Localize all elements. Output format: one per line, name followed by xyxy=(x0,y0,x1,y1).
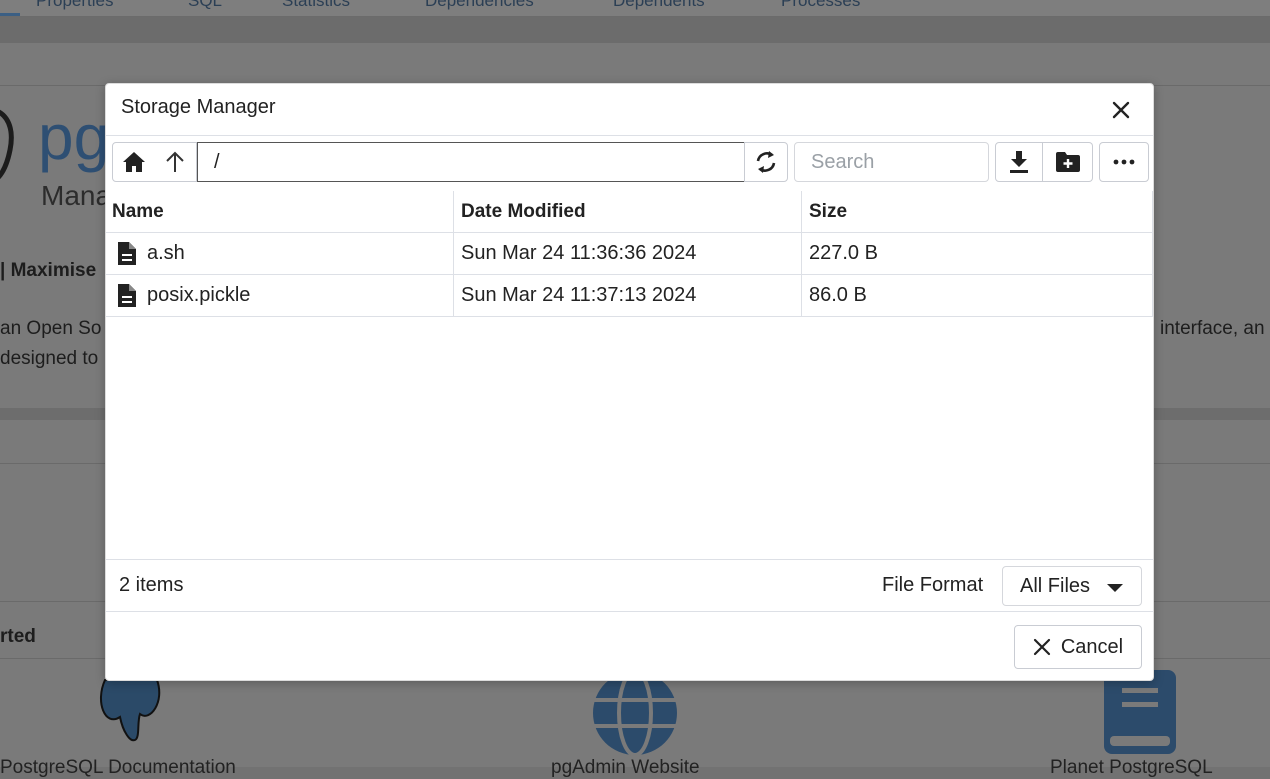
storage-manager-dialog: Storage Manager / Search Name Date Modif… xyxy=(105,83,1154,681)
tab-sql: SQL xyxy=(188,0,223,10)
tab-dependents: Dependents xyxy=(613,0,705,10)
background-logo-subtext: Mana xyxy=(41,180,112,211)
refresh-button[interactable] xyxy=(744,142,788,182)
background-logo-text: pg xyxy=(38,101,110,173)
link-pgadmin-website: pgAdmin Website xyxy=(551,757,700,778)
home-icon xyxy=(122,152,145,172)
link-postgresql-docs: PostgreSQL Documentation xyxy=(0,757,236,778)
more-options-button[interactable] xyxy=(1099,142,1149,182)
file-format-value: All Files xyxy=(1020,574,1091,597)
file-format-select[interactable]: All Files xyxy=(1002,566,1142,606)
active-tab-indicator xyxy=(0,13,20,16)
book-icon xyxy=(1104,670,1176,754)
globe-icon xyxy=(593,670,677,756)
table-header: Name Date Modified Size xyxy=(106,191,1153,233)
postgresql-elephant-icon xyxy=(100,679,161,742)
folder-plus-icon xyxy=(1055,152,1080,172)
column-header-name[interactable]: Name xyxy=(106,191,454,232)
background-strip xyxy=(0,17,1270,43)
search-input[interactable] xyxy=(794,142,989,182)
file-name: posix.pickle xyxy=(147,284,251,306)
file-icon xyxy=(118,242,136,265)
file-icon xyxy=(118,284,136,307)
file-size: 227.0 B xyxy=(802,233,1153,274)
table-row[interactable]: a.sh Sun Mar 24 11:36:36 2024 227.0 B xyxy=(106,233,1153,275)
tab-statistics: Statistics xyxy=(282,0,351,10)
background-feature-text: | Maximise xyxy=(0,260,97,281)
file-date-modified: Sun Mar 24 11:36:36 2024 xyxy=(454,233,802,274)
file-name: a.sh xyxy=(147,242,185,264)
download-icon xyxy=(1010,151,1028,173)
tab-dependencies: Dependencies xyxy=(425,0,534,10)
caret-down-icon xyxy=(1107,584,1123,592)
column-header-date-modified[interactable]: Date Modified xyxy=(454,191,802,232)
link-planet-postgresql: Planet PostgreSQL xyxy=(1050,757,1213,778)
refresh-icon xyxy=(756,151,776,173)
elephant-logo-icon xyxy=(0,109,14,179)
tab-properties: Properties xyxy=(36,0,114,10)
file-size: 86.0 B xyxy=(802,275,1153,316)
close-icon[interactable] xyxy=(1109,98,1133,122)
path-input[interactable] xyxy=(197,142,745,182)
cancel-button[interactable]: Cancel xyxy=(1014,625,1142,669)
ellipsis-icon xyxy=(1113,159,1135,165)
file-format-label: File Format xyxy=(882,574,984,596)
background-section-title: rted xyxy=(0,626,36,647)
items-count: 2 items xyxy=(119,574,184,596)
file-date-modified: Sun Mar 24 11:37:13 2024 xyxy=(454,275,802,316)
new-folder-button[interactable] xyxy=(1043,142,1093,182)
up-directory-button[interactable] xyxy=(154,142,197,182)
download-button[interactable] xyxy=(995,142,1043,182)
column-header-size[interactable]: Size xyxy=(802,191,1153,232)
tab-processes: Processes xyxy=(781,0,861,10)
background-description-line-2: designed to xyxy=(0,348,99,369)
background-description-line-1: an Open So xyxy=(0,318,102,339)
home-button[interactable] xyxy=(112,142,155,182)
background-description-right: interface, an xyxy=(1160,318,1265,339)
dialog-title: Storage Manager xyxy=(121,96,276,118)
table-row[interactable]: posix.pickle Sun Mar 24 11:37:13 2024 86… xyxy=(106,275,1153,317)
status-bar: 2 items File Format All Files xyxy=(106,559,1153,612)
cancel-label: Cancel xyxy=(1060,635,1124,658)
dialog-header: Storage Manager xyxy=(106,84,1153,136)
storage-toolbar xyxy=(106,136,1153,190)
arrow-up-icon xyxy=(166,151,184,172)
close-icon xyxy=(1033,638,1050,656)
background-tab-bar: Properties SQL Statistics Dependencies D… xyxy=(0,0,1270,17)
